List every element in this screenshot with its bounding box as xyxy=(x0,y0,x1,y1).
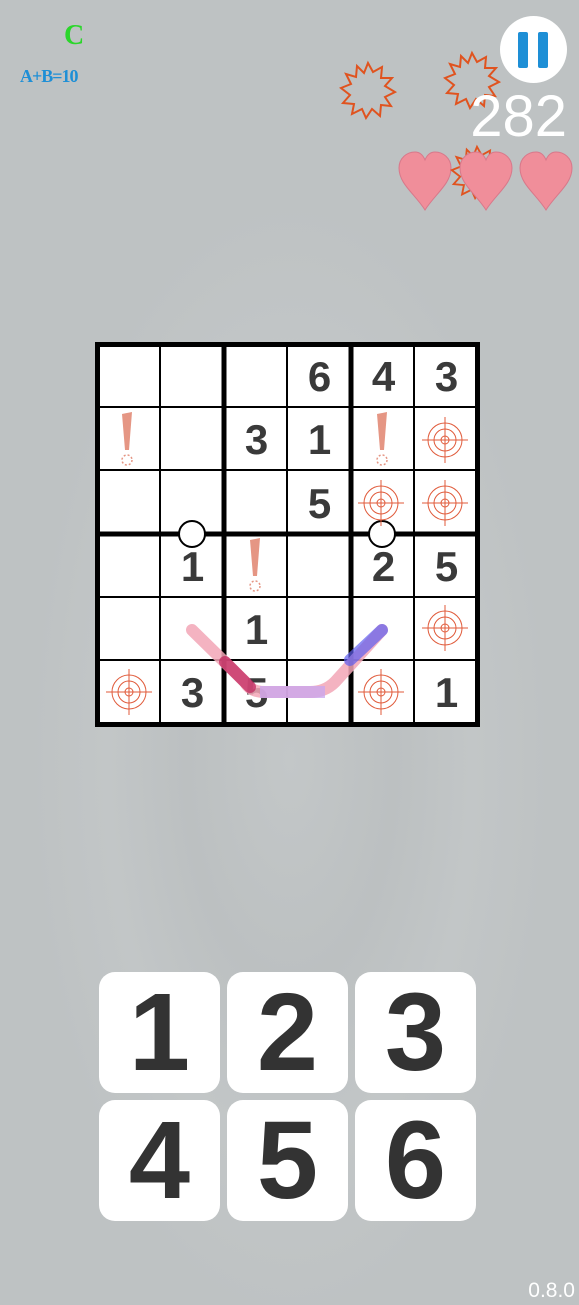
pause-button[interactable] xyxy=(500,16,567,83)
exclamation-icon xyxy=(249,538,261,592)
number-key-1[interactable]: 1 xyxy=(99,971,220,1094)
pause-icon xyxy=(518,32,528,68)
circle-dot-icon xyxy=(178,520,206,548)
score-counter: 282 xyxy=(470,84,567,149)
rule-letter: C xyxy=(64,20,85,51)
target-icon xyxy=(422,480,468,526)
number-key-4[interactable]: 4 xyxy=(99,1099,220,1222)
target-icon xyxy=(422,605,468,651)
number-key-3[interactable]: 3 xyxy=(355,971,476,1094)
number-key-6[interactable]: 6 xyxy=(355,1099,476,1222)
heart-icon xyxy=(519,151,573,211)
number-key-5[interactable]: 5 xyxy=(227,1099,348,1222)
target-icon xyxy=(358,480,404,526)
target-icon xyxy=(106,669,152,715)
version-label: 0.8.0 xyxy=(528,1279,575,1302)
target-icon xyxy=(358,669,404,715)
heart-icon xyxy=(398,151,452,211)
pause-icon xyxy=(538,32,548,68)
heart-icon xyxy=(459,151,513,211)
target-icon xyxy=(422,417,468,463)
burst-icon xyxy=(339,60,398,120)
exclamation-icon xyxy=(121,412,133,466)
rule-hint: A+B=10 xyxy=(20,66,79,86)
exclamation-icon xyxy=(376,412,388,466)
number-key-2[interactable]: 2 xyxy=(227,971,348,1094)
sudoku-board: 6433151251351 xyxy=(95,342,480,727)
